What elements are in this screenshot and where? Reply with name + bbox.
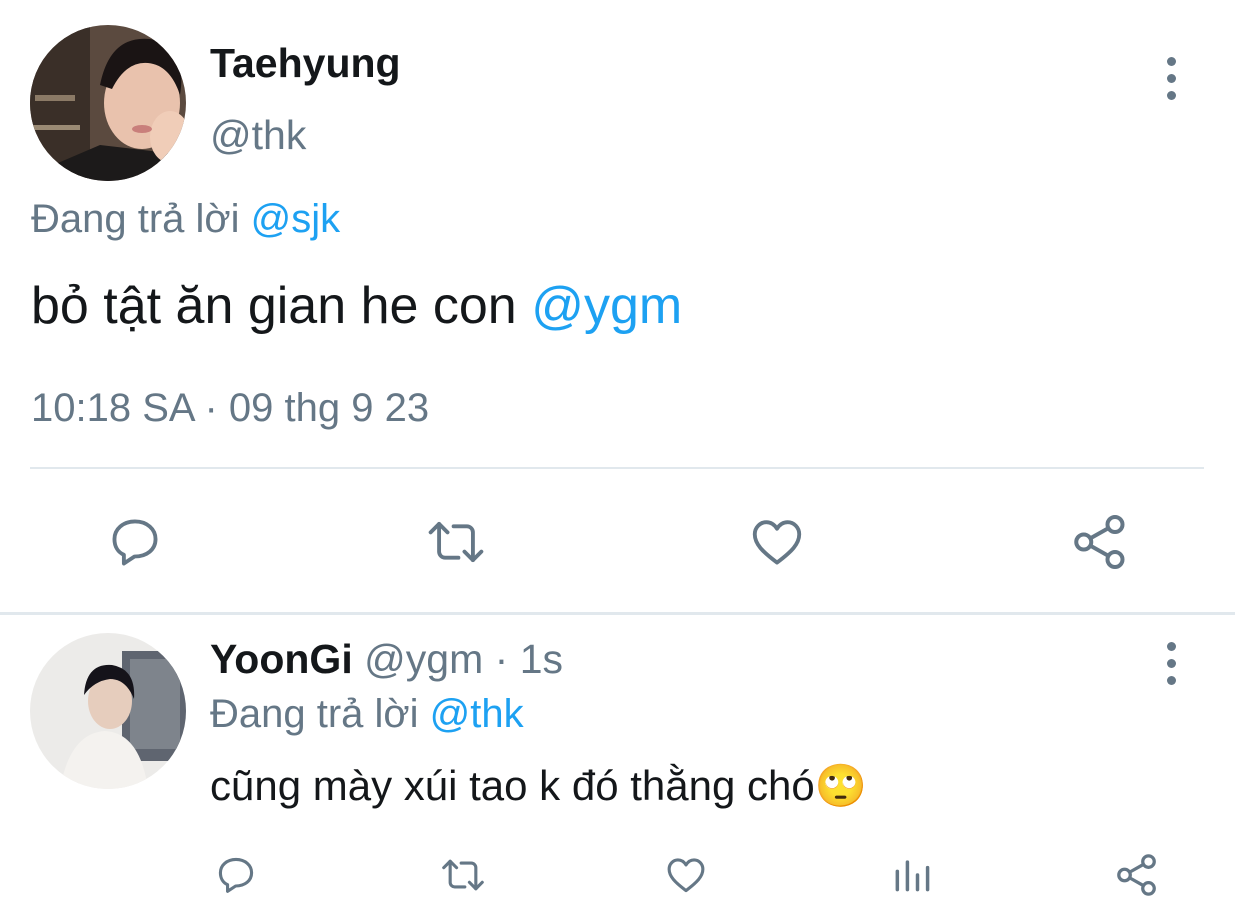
reply-time[interactable]: 1s <box>520 636 563 682</box>
tweet-author-name[interactable]: Taehyung <box>210 38 401 88</box>
reply-time-separator: · <box>494 636 509 682</box>
reply-context-prefix: Đang trả lời <box>210 692 419 736</box>
share-icon[interactable] <box>1070 512 1130 572</box>
reply-prefix: Đang trả lời <box>31 197 240 241</box>
reply-author-avatar[interactable] <box>30 633 186 789</box>
tweet-author-handle[interactable]: @thk <box>210 110 306 160</box>
tweet-reply-context: Đang trả lời @sjk <box>31 194 340 244</box>
retweet-icon[interactable] <box>438 853 488 897</box>
tweet-text: bỏ tật ăn gian he con @ygm <box>31 274 682 338</box>
tweet-divider <box>30 467 1204 469</box>
reply-icon[interactable] <box>214 853 258 897</box>
reply-body: cũng mày xúi tao k đó thằng chó <box>210 762 815 809</box>
reply-author-handle[interactable]: @ygm <box>364 636 483 682</box>
tweet-mention[interactable]: @ygm <box>531 277 682 335</box>
reply-icon[interactable] <box>106 513 164 571</box>
tweet-timestamp[interactable]: 10:18 SA · 09 thg 9 23 <box>31 383 429 433</box>
like-icon[interactable] <box>664 853 708 897</box>
reply-more-menu-icon[interactable] <box>1164 642 1178 685</box>
reply-context-mention[interactable]: @thk <box>430 692 524 736</box>
reply-author-name[interactable]: YoonGi <box>210 636 353 682</box>
share-icon[interactable] <box>1114 852 1160 898</box>
tweet-more-menu-icon[interactable] <box>1164 57 1178 100</box>
reply-context: Đang trả lời @thk <box>210 689 524 739</box>
retweet-icon[interactable] <box>424 513 488 571</box>
reply-to-mention[interactable]: @sjk <box>251 197 341 241</box>
tweet-body: bỏ tật ăn gian he con <box>31 277 517 335</box>
eye-roll-emoji: 🙄 <box>814 761 868 810</box>
like-icon[interactable] <box>748 513 806 571</box>
tweet-author-avatar[interactable] <box>30 25 186 181</box>
reply-text: cũng mày xúi tao k đó thằng chó🙄 <box>210 759 867 813</box>
section-divider <box>0 612 1235 615</box>
analytics-icon[interactable] <box>890 853 934 897</box>
reply-header: YoonGi @ygm · 1s <box>210 634 563 684</box>
